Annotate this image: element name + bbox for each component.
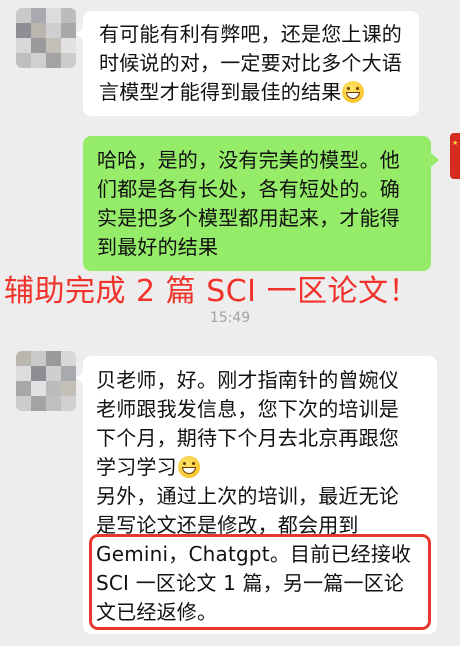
overlay-caption: 辅助完成 2 篇 SCI 一区论文！ [4, 274, 420, 309]
message-line: 老师跟我发信息，您下次的培训是 [96, 397, 399, 421]
message-bubble-incoming[interactable]: 有可能有利有弊吧，还是您上课的 时候说的对，一定要对比多个大语 言模型才能得到最… [83, 11, 419, 116]
message-line: 到最好的结果 [97, 235, 219, 259]
star-icon: ★ [452, 139, 459, 147]
grinning-face-emoji-icon [177, 456, 200, 478]
message-line: 有可能有利有弊吧，还是您上课的 [99, 22, 402, 46]
message-line: 们都是各有长处，各有短处的。确 [97, 177, 400, 201]
user-avatar[interactable]: ★ [450, 133, 460, 179]
contact-avatar[interactable] [16, 351, 76, 411]
message-line: 另外，通过上次的培训，最近无论 [96, 484, 399, 508]
grinning-face-emoji-icon [342, 81, 365, 103]
message-line: 哈哈，是的，没有完美的模型。他 [97, 148, 400, 172]
highlight-annotation-box [89, 534, 431, 630]
contact-avatar[interactable] [16, 8, 76, 68]
message-line: 言模型才能得到最佳的结果 [99, 80, 342, 104]
message-line: 时候说的对，一定要对比多个大语 [99, 51, 402, 75]
message-line: 实是把多个模型都用起来，才能得 [97, 206, 400, 230]
message-line: 学习学习 [96, 455, 177, 479]
message-line: 下个月，期待下个月去北京再跟您 [96, 426, 399, 450]
message-timestamp: 15:49 [209, 310, 251, 326]
message-bubble-outgoing[interactable]: 哈哈，是的，没有完美的模型。他 们都是各有长处，各有短处的。确 实是把多个模型都… [83, 136, 431, 271]
bubble-tail [431, 153, 439, 167]
message-line: 贝老师，好。刚才指南针的曾婉仪 [96, 368, 399, 392]
